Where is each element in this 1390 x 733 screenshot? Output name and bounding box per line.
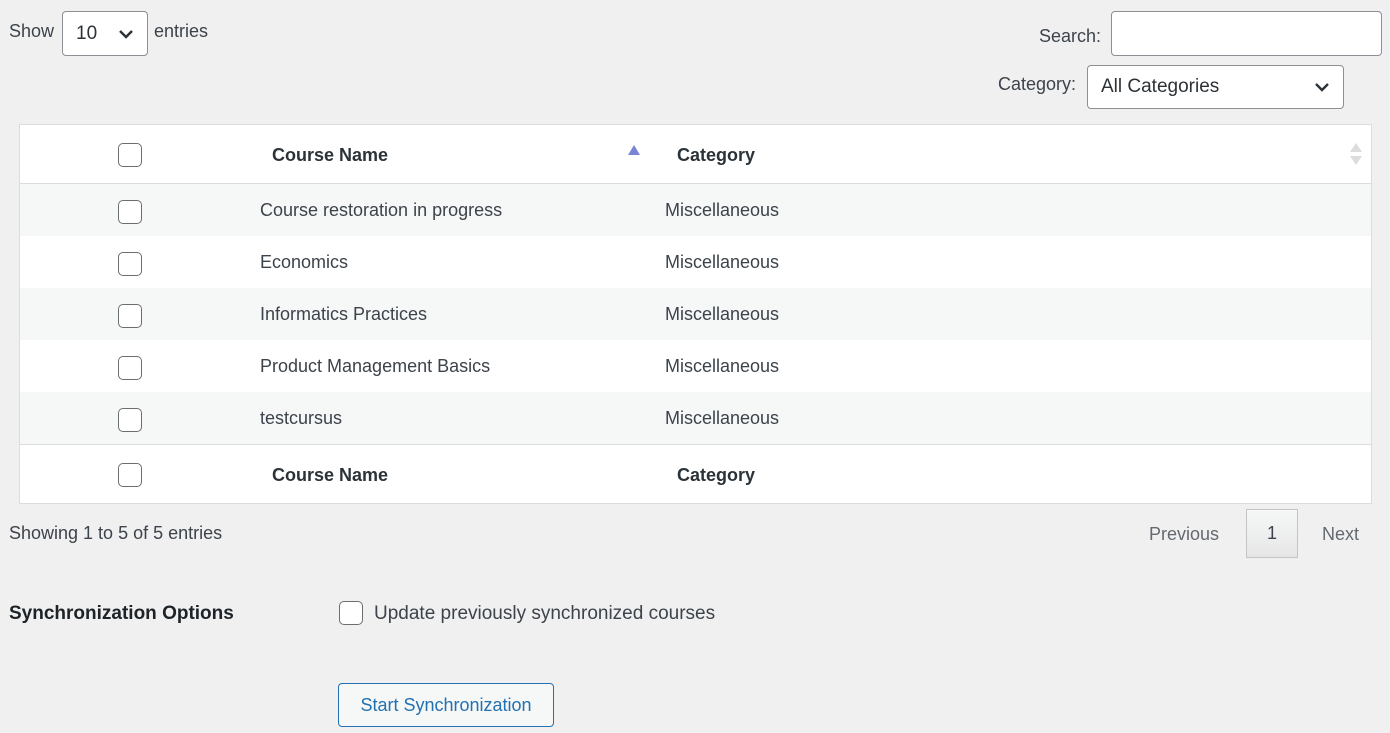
table-info: Showing 1 to 5 of 5 entries: [9, 523, 223, 543]
table-footer-row: Course Name Category: [20, 444, 1371, 503]
table-row[interactable]: Course restoration in progress Miscellan…: [20, 184, 1371, 236]
category-filter-value: All Categories: [1101, 76, 1220, 97]
pagination-next[interactable]: Next: [1322, 524, 1359, 545]
entries-label: entries: [154, 21, 209, 41]
row-checkbox[interactable]: [118, 252, 142, 276]
category-cell: Miscellaneous: [665, 304, 780, 324]
select-all-footer-checkbox[interactable]: [118, 463, 142, 487]
pagination-page-current[interactable]: 1: [1246, 509, 1298, 558]
course-name-cell: Economics: [260, 252, 349, 272]
select-all-checkbox[interactable]: [118, 143, 142, 167]
row-checkbox[interactable]: [118, 356, 142, 380]
column-header-course-name[interactable]: Course Name: [272, 145, 388, 166]
category-cell: Miscellaneous: [665, 200, 780, 220]
pagination-previous[interactable]: Previous: [1149, 524, 1219, 545]
course-name-cell: Product Management Basics: [260, 356, 491, 376]
column-footer-course-name: Course Name: [272, 465, 389, 485]
update-synced-checkbox[interactable]: [339, 601, 363, 625]
courses-table: Course Name Category Course restoration …: [19, 124, 1372, 504]
sort-ascending-icon[interactable]: [628, 145, 640, 155]
search-input[interactable]: [1111, 11, 1382, 56]
course-name-cell: Course restoration in progress: [260, 200, 503, 220]
category-cell: Miscellaneous: [665, 408, 780, 428]
sort-both-icon[interactable]: [1350, 143, 1362, 165]
table-row[interactable]: testcursus Miscellaneous: [20, 392, 1371, 444]
chevron-down-icon: [119, 29, 133, 39]
category-filter-label: Category:: [998, 74, 1077, 94]
course-name-cell: Informatics Practices: [260, 304, 428, 324]
row-checkbox[interactable]: [118, 408, 142, 432]
category-cell: Miscellaneous: [665, 252, 780, 272]
category-cell: Miscellaneous: [665, 356, 780, 376]
chevron-down-icon: [1315, 83, 1329, 92]
sync-options-label: Synchronization Options: [9, 603, 234, 624]
column-footer-category: Category: [677, 465, 756, 485]
table-row[interactable]: Informatics Practices Miscellaneous: [20, 288, 1371, 340]
table-row[interactable]: Product Management Basics Miscellaneous: [20, 340, 1371, 392]
row-checkbox[interactable]: [118, 304, 142, 328]
table-header-row: Course Name Category: [20, 125, 1371, 184]
course-name-cell: testcursus: [260, 408, 343, 428]
search-label: Search:: [1039, 26, 1102, 46]
table-row[interactable]: Economics Miscellaneous: [20, 236, 1371, 288]
update-synced-label[interactable]: Update previously synchronized courses: [374, 603, 715, 625]
entries-length-select[interactable]: 10: [62, 11, 148, 56]
category-filter-select[interactable]: All Categories: [1087, 65, 1344, 109]
start-synchronization-button[interactable]: Start Synchronization: [338, 683, 554, 727]
column-header-category[interactable]: Category: [677, 145, 755, 166]
row-checkbox[interactable]: [118, 200, 142, 224]
show-label: Show: [9, 21, 55, 41]
entries-length-value: 10: [76, 22, 98, 44]
